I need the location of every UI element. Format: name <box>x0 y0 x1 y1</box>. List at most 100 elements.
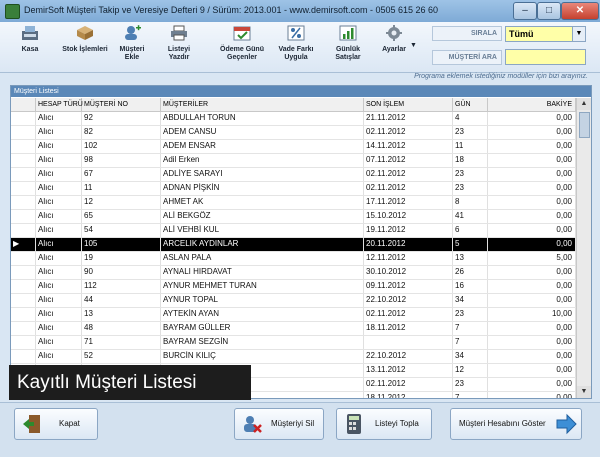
table-row[interactable]: Alıcı 13 AYTEKİN AYAN 02.11.2012 23 10,00 <box>11 308 576 322</box>
cell-gun: 23 <box>453 126 488 139</box>
cell-hesap-turu: Alıcı <box>36 126 82 139</box>
row-selector[interactable] <box>11 168 36 181</box>
maximize-button[interactable]: □ <box>537 2 561 20</box>
header-musteri-no[interactable]: MÜŞTERİ NO <box>82 98 161 111</box>
cell-gun: 12 <box>453 364 488 377</box>
cell-son-islem: 30.10.2012 <box>364 266 453 279</box>
gunluk-satislar-label: Günlük Satışlar <box>335 46 361 61</box>
table-row[interactable]: Alıcı 82 ADEM CANSU 02.11.2012 23 0,00 <box>11 126 576 140</box>
cell-musteri-no: 98 <box>82 154 161 167</box>
cell-bakiye: 0,00 <box>488 322 576 335</box>
cell-hesap-turu: Alıcı <box>36 112 82 125</box>
row-selector[interactable] <box>11 266 36 279</box>
stok-islemleri-button[interactable]: Stok İşlemleri <box>62 24 108 70</box>
musteri-ekle-button[interactable]: Müşteri Ekle <box>114 24 150 70</box>
musteri-ara-input[interactable] <box>505 49 586 65</box>
table-row[interactable]: Alıcı 67 ADLİYE SARAYI 02.11.2012 23 0,00 <box>11 168 576 182</box>
grid-header: HESAP TÜRÜ MÜŞTERİ NO MÜŞTERİLER SON İŞL… <box>11 98 576 112</box>
cell-musteri-adi: Adil Erken <box>161 154 364 167</box>
row-selector[interactable] <box>11 140 36 153</box>
table-row[interactable]: Alıcı 71 BAYRAM SEZGİN 7 0,00 <box>11 336 576 350</box>
table-row[interactable]: Alıcı 54 ALİ VEHBİ KUL 19.11.2012 6 0,00 <box>11 224 576 238</box>
row-selector[interactable] <box>11 336 36 349</box>
row-selector[interactable] <box>11 126 36 139</box>
row-selector[interactable] <box>11 322 36 335</box>
caption-overlay: Kayıtlı Müşteri Listesi <box>9 365 251 400</box>
cell-musteri-no: 13 <box>82 308 161 321</box>
ayarlar-dropdown-icon[interactable]: ▼ <box>410 42 417 49</box>
table-row[interactable]: Alıcı 90 AYNALI HIRDAVAT 30.10.2012 26 0,00 <box>11 266 576 280</box>
percent-icon <box>287 25 305 41</box>
row-selector[interactable] <box>11 294 36 307</box>
scroll-down-icon[interactable]: ▼ <box>577 386 591 398</box>
cell-gun: 34 <box>453 294 488 307</box>
chevron-down-icon[interactable]: ▼ <box>572 27 585 41</box>
table-row[interactable]: Alıcı 44 AYNUR TOPAL 22.10.2012 34 0,00 <box>11 294 576 308</box>
cell-musteri-no: 19 <box>82 252 161 265</box>
box-icon <box>77 26 93 40</box>
cell-gun: 18 <box>453 154 488 167</box>
vade-farki-uygula-button[interactable]: Vade Farkı Uygula <box>274 24 318 70</box>
cell-hesap-turu: Alıcı <box>36 308 82 321</box>
kapat-button[interactable]: Kapat <box>14 408 98 440</box>
kasa-label: Kasa <box>21 46 39 53</box>
table-row[interactable]: Alıcı 65 ALİ BEKGÖZ 15.10.2012 41 0,00 <box>11 210 576 224</box>
musteri-sil-button[interactable]: Müşteriyi Sil <box>234 408 324 440</box>
ayarlar-button[interactable]: Ayarlar <box>374 24 414 70</box>
table-row[interactable]: Alıcı 92 ABDULLAH TORUN 21.11.2012 4 0,00 <box>11 112 576 126</box>
cell-musteri-no: 54 <box>82 224 161 237</box>
table-row[interactable]: Alıcı 112 AYNUR MEHMET TURAN 09.11.2012 16 0,… <box>11 280 576 294</box>
row-selector[interactable] <box>11 210 36 223</box>
vertical-scrollbar[interactable]: ▲ ▼ <box>576 98 591 398</box>
cell-hesap-turu: Alıcı <box>36 168 82 181</box>
cell-musteri-no: 44 <box>82 294 161 307</box>
row-selector[interactable] <box>11 350 36 363</box>
table-row[interactable]: Alıcı 11 ADNAN PİŞKİN 02.11.2012 23 0,00 <box>11 182 576 196</box>
header-musteriler[interactable]: MÜŞTERİLER <box>161 98 364 111</box>
row-selector[interactable] <box>11 308 36 321</box>
listeyi-yazdir-button[interactable]: Listeyi Yazdır <box>158 24 200 70</box>
listeyi-topla-button[interactable]: Listeyi Topla <box>336 408 432 440</box>
list-title: Müşteri Listesi <box>11 86 591 97</box>
gear-icon <box>386 25 402 41</box>
cell-son-islem: 17.11.2012 <box>364 196 453 209</box>
close-button[interactable]: ✕ <box>561 2 599 20</box>
header-gun[interactable]: GÜN <box>453 98 488 111</box>
cell-musteri-adi: ARCELIK AYDINLAR <box>161 238 364 251</box>
odeme-gunu-gecenler-button[interactable]: Ödeme Günü Geçenler <box>214 24 270 70</box>
row-selector[interactable] <box>11 154 36 167</box>
table-row[interactable]: Alıcı 98 Adil Erken 07.11.2012 18 0,00 <box>11 154 576 168</box>
cell-hesap-turu: Alıcı <box>36 280 82 293</box>
row-selector[interactable] <box>11 196 36 209</box>
table-row[interactable]: Alıcı 52 BURCİN KILIÇ 22.10.2012 34 0,00 <box>11 350 576 364</box>
header-hesap-turu[interactable]: HESAP TÜRÜ <box>36 98 83 111</box>
minimize-button[interactable]: – <box>513 2 537 20</box>
header-son-islem[interactable]: SON İŞLEM <box>364 98 453 111</box>
musteri-hesabini-goster-button[interactable]: Müşteri Hesabını Göster <box>450 408 582 440</box>
scroll-thumb[interactable] <box>579 112 590 138</box>
cell-son-islem: 22.10.2012 <box>364 294 453 307</box>
table-row[interactable]: Alıcı 102 ADEM ENSAR 14.11.2012 11 0,00 <box>11 140 576 154</box>
row-selector[interactable] <box>11 224 36 237</box>
cell-gun: 8 <box>453 196 488 209</box>
cell-musteri-no: 12 <box>82 196 161 209</box>
cell-gun: 26 <box>453 266 488 279</box>
row-selector[interactable] <box>11 280 36 293</box>
table-row[interactable]: Alıcı 12 AHMET AK 17.11.2012 8 0,00 <box>11 196 576 210</box>
table-row[interactable]: Alıcı 48 BAYRAM GÜLLER 18.11.2012 7 0,00 <box>11 322 576 336</box>
gunluk-satislar-button[interactable]: Günlük Satışlar <box>328 24 368 70</box>
scroll-up-icon[interactable]: ▲ <box>577 98 591 110</box>
sirala-select[interactable]: Tümü ▼ <box>505 26 586 42</box>
row-selector[interactable] <box>11 182 36 195</box>
table-row[interactable]: Alıcı 19 ASLAN PALA 12.11.2012 13 5,00 <box>11 252 576 266</box>
table-row[interactable]: ▶ Alıcı 105 ARCELIK AYDINLAR 20.11.2012 5 0,00 <box>11 238 576 252</box>
kasa-button[interactable]: Kasa <box>10 24 50 70</box>
cell-son-islem: 21.11.2012 <box>364 112 453 125</box>
row-selector[interactable] <box>11 252 36 265</box>
row-selector[interactable] <box>11 112 36 125</box>
odeme-gunu-label: Ödeme Günü Geçenler <box>220 46 264 61</box>
row-pointer-icon[interactable]: ▶ <box>11 238 36 251</box>
cell-musteri-no: 52 <box>82 350 161 363</box>
cell-son-islem: 18.11.2012 <box>364 392 453 398</box>
header-bakiye[interactable]: BAKİYE <box>488 98 576 111</box>
